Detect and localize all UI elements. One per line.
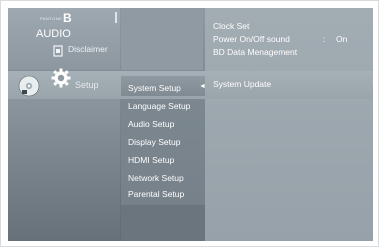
brand-small-text: PANTONE — [40, 16, 63, 21]
frame-top — [0, 0, 379, 8]
bd-data-item[interactable]: BD Data Menagement — [213, 47, 297, 57]
submenu-item-network[interactable]: Network Setup — [128, 173, 184, 183]
audio-label: AUDIO — [36, 28, 71, 40]
header-mid-panel — [121, 8, 203, 70]
clock-set-item[interactable]: Clock Set — [213, 21, 249, 31]
document-icon — [53, 45, 63, 57]
power-sound-colon: : — [323, 34, 326, 44]
left-arrow-icon: ◄ — [199, 83, 206, 90]
frame-bottom — [0, 241, 379, 247]
power-sound-item[interactable]: Power On/Off sound — [213, 34, 290, 44]
setup-label[interactable]: Setup — [75, 80, 99, 90]
submenu-item-parental[interactable]: Parental Setup — [128, 189, 184, 199]
submenu-item-hdmi[interactable]: HDMI Setup — [128, 155, 174, 165]
system-update-item[interactable]: System Update — [213, 79, 271, 89]
disc-icon[interactable] — [18, 75, 40, 97]
lower-left-panel — [8, 99, 120, 241]
brand-bar — [115, 12, 117, 23]
submenu-item-language[interactable]: Language Setup — [128, 101, 190, 111]
submenu-item-display[interactable]: Display Setup — [128, 137, 180, 147]
disclaimer-label[interactable]: Disclaimer — [68, 44, 108, 54]
frame-right — [373, 0, 379, 247]
tv-setup-screen: PANTONE B AUDIO Disclaimer Clock Set Pow… — [0, 0, 379, 247]
frame-left — [0, 0, 8, 247]
submenu-item-audio[interactable]: Audio Setup — [128, 119, 174, 129]
brand-letter: B — [63, 11, 72, 25]
system-setup-item[interactable]: System Setup — [128, 83, 181, 93]
power-sound-value: On — [336, 34, 348, 44]
lower-mid-panel — [121, 205, 205, 241]
gear-icon[interactable] — [51, 68, 71, 88]
